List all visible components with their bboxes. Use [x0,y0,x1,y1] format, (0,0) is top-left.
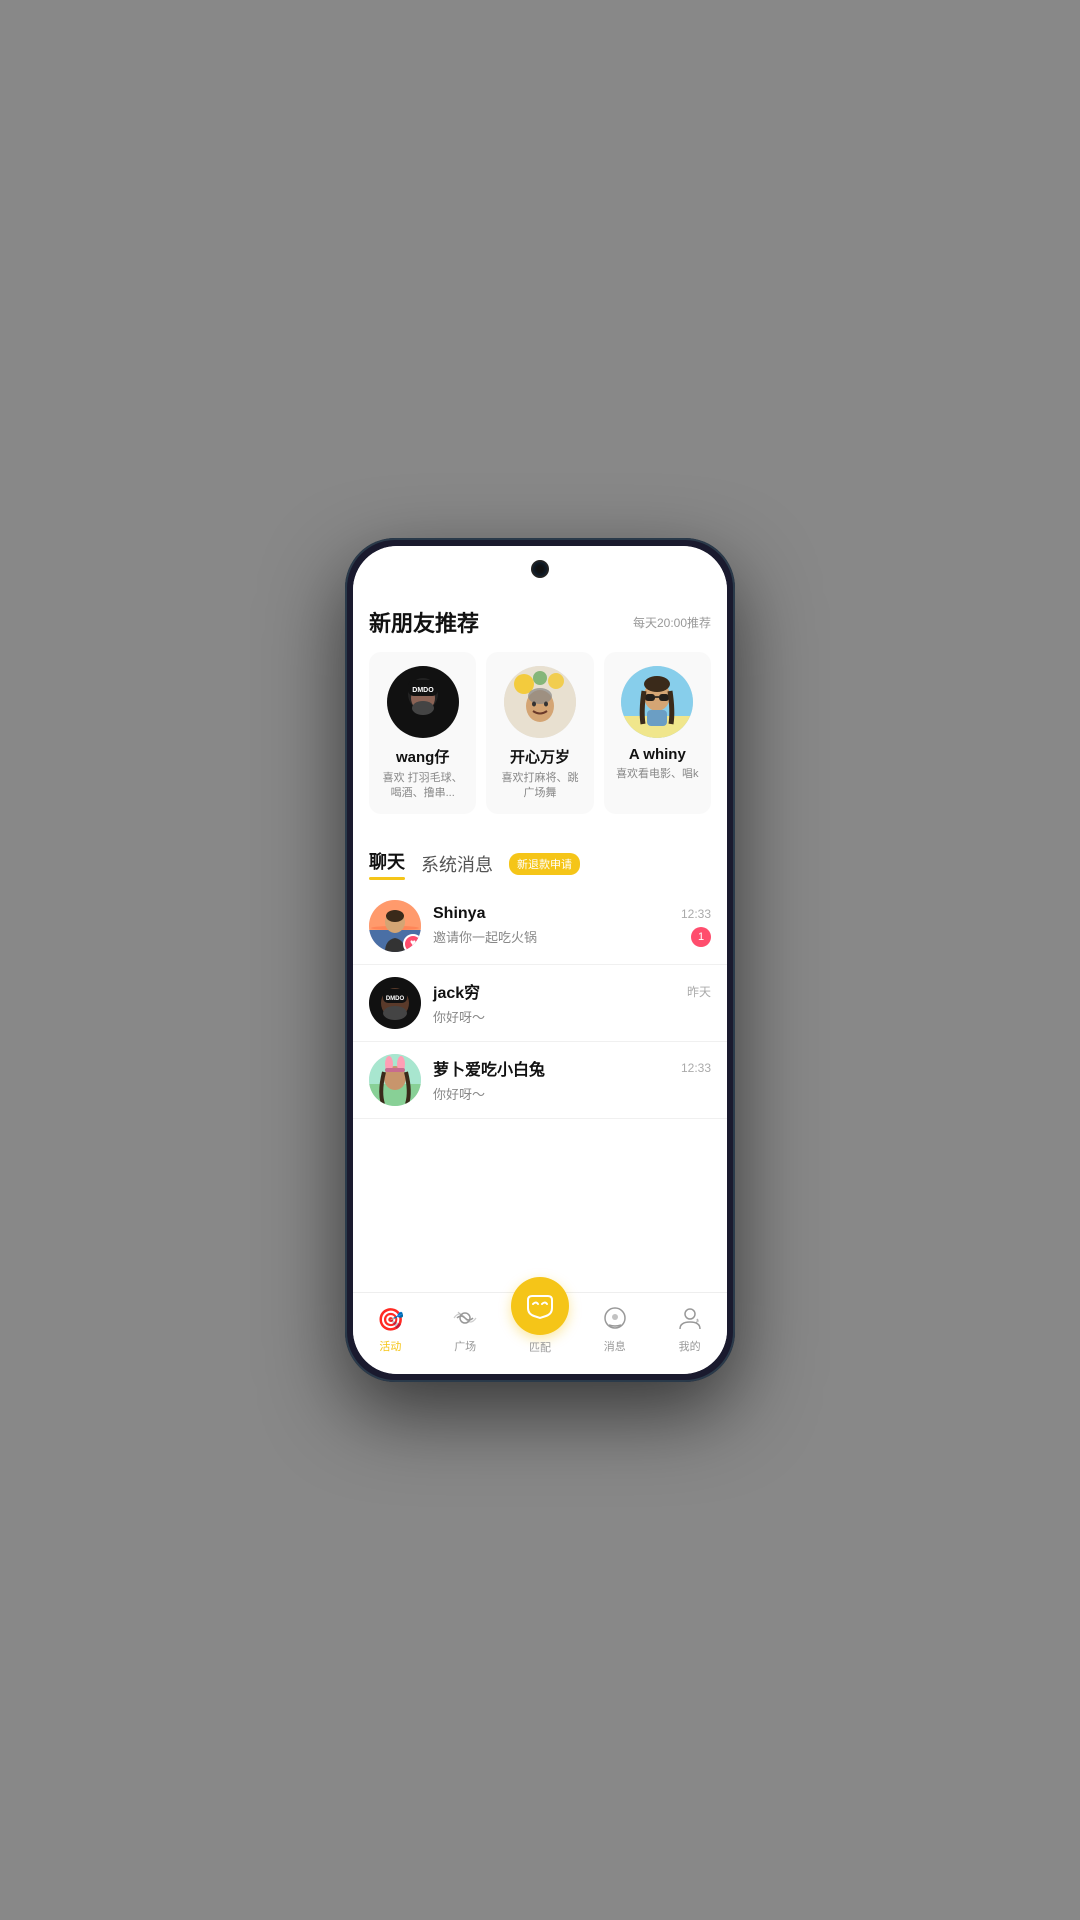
chat-name-jack: jack穷 [433,979,480,1003]
chat-info-shinya: Shinya 12:33 邀请你一起吃火锅 1 [433,905,711,947]
chat-msg-row-luobo: 你好呀～ [433,1084,711,1103]
friend-name-whiny: A whiny [629,746,686,763]
chat-time-luobo: 12:33 [681,1061,711,1075]
tab-system[interactable]: 系统消息 [421,851,493,877]
friend-desc-kaixin: 喜欢打麻将、跳广场舞 [496,771,583,802]
friends-title: 新朋友推荐 [369,606,479,638]
chat-info-jack: jack穷 昨天 你好呀～ [433,979,711,1026]
chat-item-shinya[interactable]: ♥ Shinya 12:33 邀请你一起吃火锅 1 [353,888,727,965]
profile-icon [677,1305,703,1335]
plaza-icon [452,1305,478,1335]
friend-card-whiny[interactable]: A whiny 喜欢看电影、唱k [604,652,711,814]
messages-icon [602,1305,628,1335]
friend-card-kaixin[interactable]: 开心万岁 喜欢打麻将、跳广场舞 [486,652,593,814]
chat-msg-jack: 你好呀～ [433,1007,711,1026]
friends-header: 新朋友推荐 每天20:00推荐 [369,606,711,638]
nav-label-plaza: 广场 [454,1338,476,1354]
chat-name-luobo: 萝卜爱吃小白兔 [433,1056,545,1080]
chat-avatar-luobo [369,1054,421,1106]
match-button[interactable] [511,1277,569,1335]
activity-icon: 🎯 [377,1305,403,1335]
friend-desc-wang: 喜欢 打羽毛球、喝酒、撸串... [379,771,466,802]
chat-tabs: 聊天 系统消息 新退款申请 [353,834,727,880]
svg-text:DMDO: DMDO [386,996,405,1002]
svg-text:🎯: 🎯 [377,1307,403,1331]
nav-label-profile: 我的 [679,1338,701,1354]
friend-avatar-kaixin [504,666,576,738]
nav-item-plaza[interactable]: 广场 [428,1301,503,1358]
nav-label-activity: 活动 [379,1338,401,1354]
friends-cards: DMDO wang仔 喜欢 打羽毛球、喝酒、撸串... [369,652,711,814]
friend-name-kaixin: 开心万岁 [510,746,570,767]
nav-item-activity[interactable]: 🎯 活动 [353,1301,428,1358]
friends-subtitle: 每天20:00推荐 [633,614,711,631]
nav-center[interactable]: 匹配 [503,1277,578,1355]
chat-time-shinya: 12:33 [681,907,711,921]
unread-badge-shinya: 1 [691,927,711,947]
friend-card-wang[interactable]: DMDO wang仔 喜欢 打羽毛球、喝酒、撸串... [369,652,476,814]
friend-name-wang: wang仔 [396,746,449,767]
chat-name-row-jack: jack穷 昨天 [433,979,711,1003]
friend-avatar-wang: DMDO [387,666,459,738]
chat-avatar-shinya: ♥ [369,900,421,952]
nav-label-messages: 消息 [604,1338,626,1354]
chat-name-row-luobo: 萝卜爱吃小白兔 12:33 [433,1056,711,1080]
chat-msg-row-shinya: 邀请你一起吃火锅 1 [433,927,711,947]
chat-msg-row-jack: 你好呀～ [433,1007,711,1026]
chat-item-luobo[interactable]: 萝卜爱吃小白兔 12:33 你好呀～ [353,1042,727,1119]
chat-item-jack[interactable]: DMDO jack穷 昨天 你好呀～ [353,965,727,1042]
nav-item-profile[interactable]: 我的 [652,1301,727,1358]
refund-badge[interactable]: 新退款申请 [509,853,580,875]
screen-content: 新朋友推荐 每天20:00推荐 [353,590,727,1292]
friends-section: 新朋友推荐 每天20:00推荐 [353,590,727,826]
heart-badge-shinya: ♥ [403,934,421,952]
chat-list: ♥ Shinya 12:33 邀请你一起吃火锅 1 [353,880,727,1127]
chat-time-jack: 昨天 [687,983,711,1000]
nav-label-match: 匹配 [529,1339,551,1355]
chat-msg-luobo: 你好呀～ [433,1084,711,1103]
tab-chat[interactable]: 聊天 [369,848,405,880]
chat-section: 聊天 系统消息 新退款申请 [353,834,727,1127]
chat-name-row-shinya: Shinya 12:33 [433,905,711,923]
svg-text:DMDO: DMDO [412,687,434,694]
chat-msg-shinya: 邀请你一起吃火锅 [433,927,683,946]
chat-avatar-jack: DMDO [369,977,421,1029]
nav-item-messages[interactable]: 消息 [577,1301,652,1358]
chat-name-shinya: Shinya [433,905,485,923]
phone-screen: 新朋友推荐 每天20:00推荐 [353,546,727,1374]
camera-notch [533,562,547,576]
phone-frame: 新朋友推荐 每天20:00推荐 [345,538,735,1382]
friend-avatar-whiny [621,666,693,738]
bottom-nav: 🎯 活动 广场 [353,1292,727,1374]
chat-info-luobo: 萝卜爱吃小白兔 12:33 你好呀～ [433,1056,711,1103]
friend-desc-whiny: 喜欢看电影、唱k [616,767,699,782]
